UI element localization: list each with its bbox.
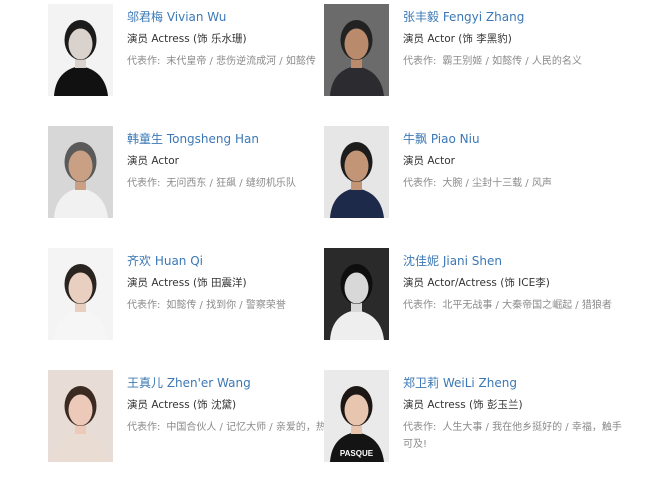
face-shape	[68, 150, 93, 182]
works-label: 代表作:	[127, 422, 161, 433]
actor-role: 演员 Actor/Actress (饰 ICE李)	[403, 277, 550, 289]
cast-card: 王真儿 Zhen'er Wang 演员 Actress (饰 沈黛) 代表作: 中…	[48, 370, 348, 470]
actor-name-link[interactable]: 沈佳妮 Jiani Shen	[403, 253, 625, 269]
face-shape	[68, 272, 93, 304]
actor-name-link[interactable]: 齐欢 Huan Qi	[127, 253, 349, 269]
actor-role: 演员 Actor	[403, 155, 455, 167]
portrait-image	[324, 4, 389, 96]
actor-photo[interactable]	[48, 248, 113, 340]
face-shape	[68, 28, 93, 60]
works-label: 代表作:	[127, 300, 161, 311]
works-label: 代表作:	[127, 56, 161, 67]
works-list: 北平无战事 / 大秦帝国之崛起 / 猎狼者	[442, 300, 612, 311]
actor-works: 代表作: 人生大事 / 我在他乡挺好的 / 幸福，触手可及!	[403, 419, 625, 453]
actor-photo[interactable]: PASQUE	[324, 370, 389, 462]
actor-works: 代表作: 北平无战事 / 大秦帝国之崛起 / 猎狼者	[403, 297, 625, 314]
actor-name-link[interactable]: 邬君梅 Vivian Wu	[127, 9, 349, 25]
actor-name-link[interactable]: 张丰毅 Fengyi Zhang	[403, 9, 625, 25]
cast-card: 韩童生 Tongsheng Han 演员 Actor 代表作: 无问西东 / 狂飙…	[48, 126, 348, 226]
works-label: 代表作:	[403, 178, 437, 189]
actor-photo[interactable]	[324, 4, 389, 96]
actor-role: 演员 Actress (饰 田震洋)	[127, 277, 247, 289]
works-list: 末代皇帝 / 悲伤逆流成河 / 如懿传	[166, 56, 316, 67]
actor-role: 演员 Actress (饰 沈黛)	[127, 399, 237, 411]
face-shape	[344, 394, 369, 426]
portrait-image: PASQUE	[324, 370, 389, 462]
actor-photo[interactable]	[48, 370, 113, 462]
works-list: 大腕 / 尘封十三载 / 风声	[442, 178, 552, 189]
actor-works: 代表作: 霸王别姬 / 如懿传 / 人民的名义	[403, 53, 625, 70]
cast-card: 沈佳妮 Jiani Shen 演员 Actor/Actress (饰 ICE李)…	[324, 248, 624, 348]
actor-name-link[interactable]: 郑卫莉 WeiLi Zheng	[403, 375, 625, 391]
actor-role: 演员 Actress (饰 彭玉兰)	[403, 399, 523, 411]
works-list: 无问西东 / 狂飙 / 缝纫机乐队	[166, 178, 296, 189]
cast-grid: 邬君梅 Vivian Wu 演员 Actress (饰 乐水珊) 代表作: 末代皇…	[0, 0, 660, 486]
face-shape	[344, 28, 369, 60]
works-label: 代表作:	[403, 422, 437, 433]
actor-role: 演员 Actor (饰 李黑豹)	[403, 33, 512, 45]
works-list: 如懿传 / 找到你 / 警察荣誉	[166, 300, 286, 311]
works-label: 代表作:	[127, 178, 161, 189]
portrait-image	[48, 126, 113, 218]
cast-card: 张丰毅 Fengyi Zhang 演员 Actor (饰 李黑豹) 代表作: 霸王…	[324, 4, 624, 104]
actor-works: 代表作: 如懿传 / 找到你 / 警察荣誉	[127, 297, 349, 314]
cast-card: PASQUE 郑卫莉 WeiLi Zheng 演员 Actress (饰 彭玉兰…	[324, 370, 624, 470]
actor-works: 代表作: 末代皇帝 / 悲伤逆流成河 / 如懿传	[127, 53, 349, 70]
actor-photo[interactable]	[324, 126, 389, 218]
actor-name-link[interactable]: 王真儿 Zhen'er Wang	[127, 375, 349, 391]
face-shape	[344, 272, 369, 304]
works-list: 中国合伙人 / 记忆大师 / 亲爱的，热爱的	[166, 422, 346, 433]
cast-card: 齐欢 Huan Qi 演员 Actress (饰 田震洋) 代表作: 如懿传 / …	[48, 248, 348, 348]
actor-works: 代表作: 中国合伙人 / 记忆大师 / 亲爱的，热爱的	[127, 419, 349, 436]
cast-card: 牛飘 Piao Niu 演员 Actor 代表作: 大腕 / 尘封十三载 / 风声	[324, 126, 624, 226]
face-shape	[68, 394, 93, 426]
actor-photo[interactable]	[48, 4, 113, 96]
actor-photo[interactable]	[324, 248, 389, 340]
actor-works: 代表作: 大腕 / 尘封十三载 / 风声	[403, 175, 625, 192]
actor-works: 代表作: 无问西东 / 狂飙 / 缝纫机乐队	[127, 175, 349, 192]
actor-name-link[interactable]: 牛飘 Piao Niu	[403, 131, 625, 147]
face-shape	[344, 150, 369, 182]
works-label: 代表作:	[403, 300, 437, 311]
portrait-image	[48, 4, 113, 96]
actor-name-link[interactable]: 韩童生 Tongsheng Han	[127, 131, 349, 147]
portrait-image	[324, 126, 389, 218]
actor-photo[interactable]	[48, 126, 113, 218]
portrait-image	[48, 248, 113, 340]
works-label: 代表作:	[403, 56, 437, 67]
works-list: 霸王别姬 / 如懿传 / 人民的名义	[442, 56, 582, 67]
shirt-print-text: PASQUE	[340, 449, 374, 458]
cast-card: 邬君梅 Vivian Wu 演员 Actress (饰 乐水珊) 代表作: 末代皇…	[48, 4, 348, 104]
actor-role: 演员 Actor	[127, 155, 179, 167]
portrait-image	[324, 248, 389, 340]
portrait-image	[48, 370, 113, 462]
actor-role: 演员 Actress (饰 乐水珊)	[127, 33, 247, 45]
